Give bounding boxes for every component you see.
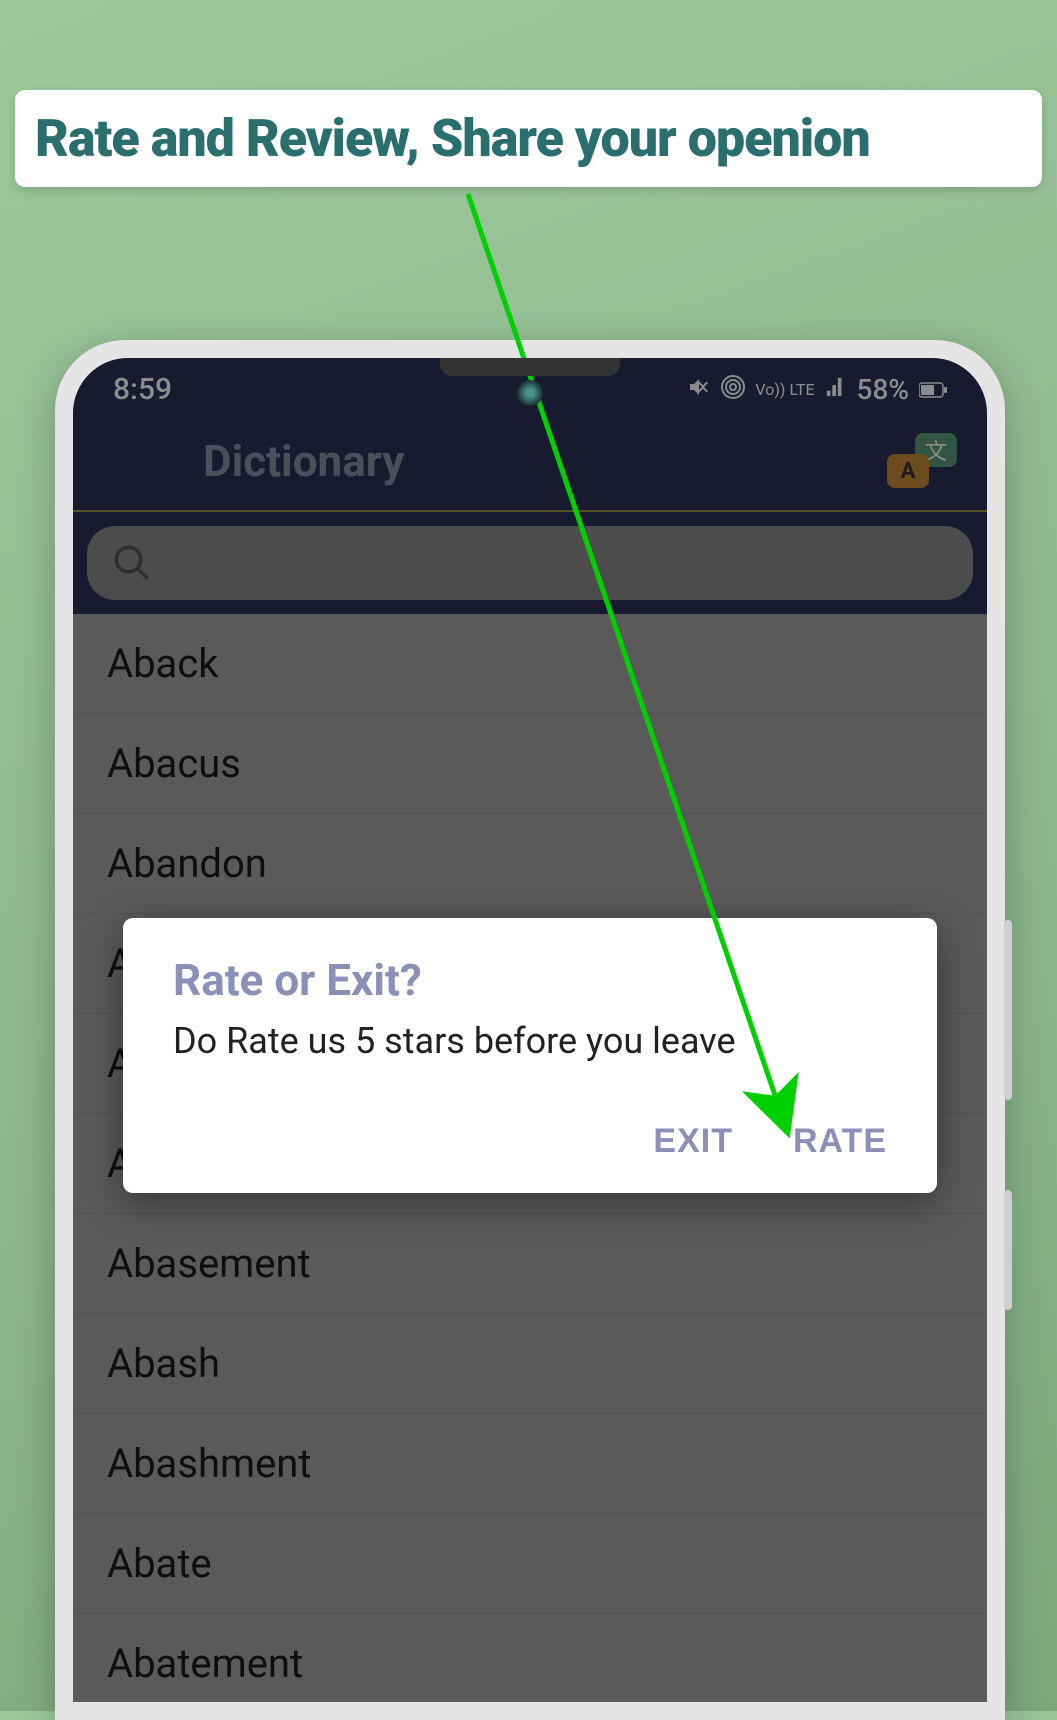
phone-frame: 8:59 Vo)) LTE 58% Dictionary 文 A xyxy=(55,340,1005,1720)
dialog-message: Do Rate us 5 stars before you leave xyxy=(173,1020,887,1062)
phone-screen: 8:59 Vo)) LTE 58% Dictionary 文 A xyxy=(73,358,987,1702)
phone-camera xyxy=(517,380,543,406)
dialog-actions: EXIT RATE xyxy=(173,1122,887,1161)
annotation-text: Rate and Review, Share your openion xyxy=(35,108,1022,169)
rate-dialog: Rate or Exit? Do Rate us 5 stars before … xyxy=(123,918,937,1193)
power-button xyxy=(1004,1190,1012,1310)
volume-button xyxy=(1004,920,1012,1100)
phone-notch xyxy=(440,358,620,376)
exit-button[interactable]: EXIT xyxy=(653,1122,733,1161)
annotation-banner: Rate and Review, Share your openion xyxy=(15,90,1042,187)
dialog-title: Rate or Exit? xyxy=(173,954,887,1006)
rate-button[interactable]: RATE xyxy=(793,1122,887,1161)
